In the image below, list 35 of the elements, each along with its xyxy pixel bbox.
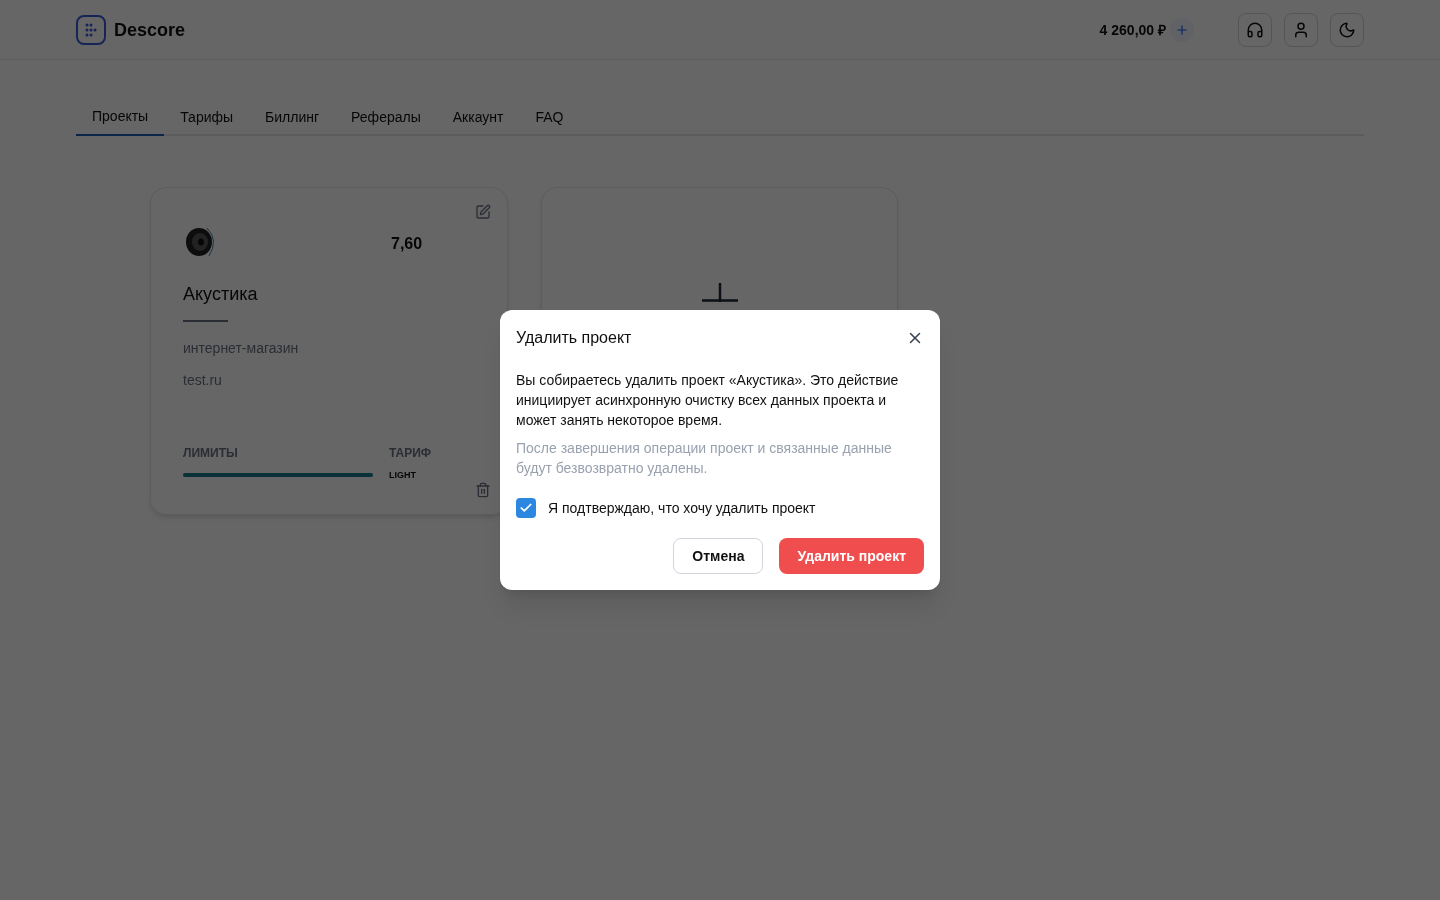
delete-project-button[interactable]: Удалить проект — [779, 538, 924, 574]
logo-text: Descore — [114, 18, 186, 42]
project-category: интернет-магазин — [183, 339, 300, 358]
theme-toggle-button[interactable] — [1330, 12, 1364, 47]
project-name: Акустика — [183, 283, 259, 306]
confirm-checkbox[interactable] — [516, 498, 536, 518]
edit-button[interactable] — [475, 204, 491, 220]
add-funds-button[interactable] — [1170, 17, 1194, 42]
dialog-note: После завершения операции проект и связанные данные будут безвозвратно удалены. — [516, 439, 893, 478]
plus-icon — [701, 283, 738, 302]
headphones-icon — [1246, 20, 1264, 39]
cancel-button[interactable]: Отмена — [673, 538, 764, 574]
tariff-label: ТАРИФ — [389, 445, 432, 461]
limits-label: ЛИМИТЫ — [183, 445, 239, 461]
project-value: 7,60 — [391, 234, 423, 254]
dialog-message: Вы собираетесь удалить проект «Акустика». Это действие инициирует асинхронную очистку всех данных проекта и может занять некоторое время. — [516, 371, 900, 430]
moon-icon — [1338, 20, 1356, 39]
support-button[interactable] — [1238, 12, 1272, 47]
delete-button[interactable] — [475, 482, 491, 498]
dialog-title: Удалить проект — [516, 328, 632, 348]
tab[interactable]: Проекты — [76, 106, 165, 136]
tab[interactable]: Аккаунт — [436, 106, 520, 136]
tab[interactable]: FAQ — [519, 106, 580, 136]
tab[interactable]: Рефералы — [335, 106, 437, 136]
profile-button[interactable] — [1284, 12, 1318, 47]
check-icon — [519, 501, 533, 515]
logo-icon — [76, 14, 106, 45]
user-icon — [1292, 20, 1310, 39]
project-domain: test.ru — [183, 371, 223, 390]
tab[interactable]: Биллинг — [249, 106, 336, 136]
confirm-label: Я подтверждаю, что хочу удалить проект — [548, 499, 816, 518]
balance: 4 260,00 ₽ — [1099, 20, 1166, 40]
tariff-name: LIGHT — [389, 469, 417, 482]
plus-icon — [1175, 22, 1189, 37]
tab[interactable]: Тарифы — [164, 106, 250, 136]
